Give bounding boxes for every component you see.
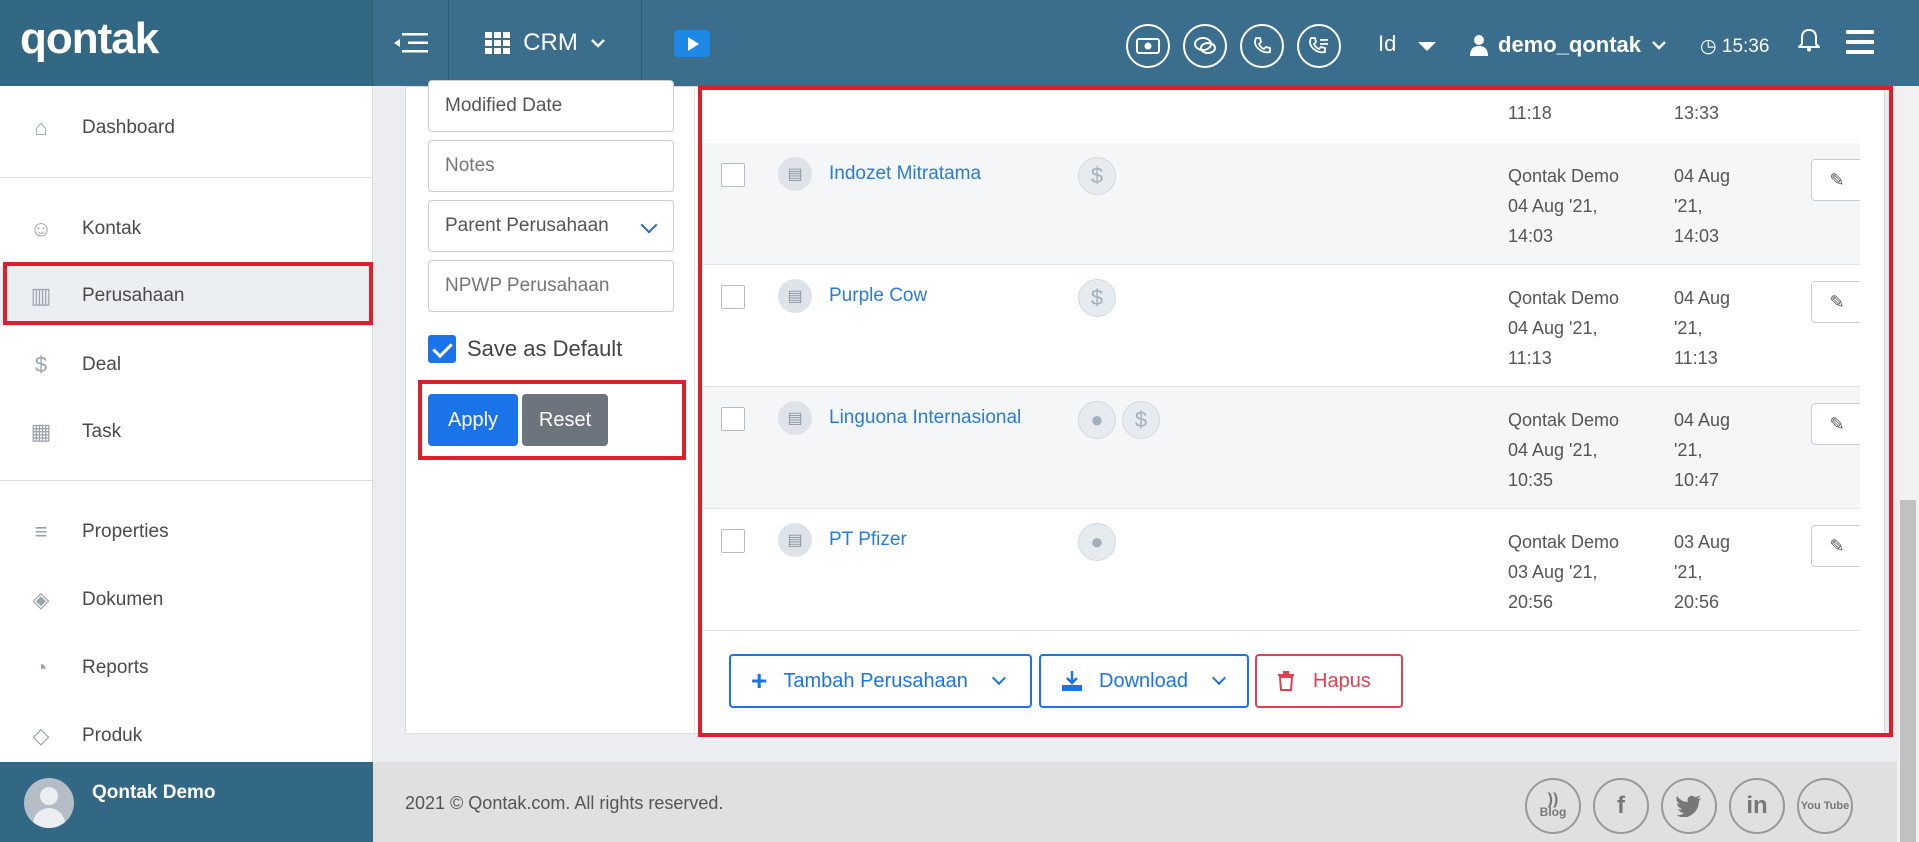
calendar-icon: ▦ [30, 419, 52, 444]
sidebar-toggle-button[interactable] [373, 0, 449, 86]
username-label: demo_qontak [1498, 32, 1642, 57]
qontak-logo[interactable]: qontak [20, 14, 159, 64]
sidebar-divider [0, 177, 373, 178]
highlight-box [418, 380, 686, 460]
modified-date-field[interactable]: Modified Date [428, 80, 674, 132]
caret-down-icon[interactable] [1418, 42, 1436, 51]
bell-icon[interactable] [1796, 28, 1822, 59]
sidebar-item-label: Task [82, 421, 122, 442]
npwp-field[interactable] [428, 260, 674, 312]
users-icon: ☺ [29, 216, 53, 241]
sidebar-item-deal[interactable]: $ Deal [0, 335, 373, 395]
sidebar-item-label: Dokumen [82, 589, 164, 610]
sidebar-divider [0, 480, 373, 481]
parent-company-select[interactable]: Parent Perusahaan [428, 200, 674, 252]
sidebar-item-label: Deal [82, 354, 122, 375]
main-menu-icon[interactable] [1846, 30, 1874, 60]
phone-icon[interactable] [1240, 24, 1284, 68]
collapse-menu-icon [393, 33, 428, 53]
tag-icon: ◇ [32, 723, 50, 748]
sidebar-user-name: Qontak Demo [92, 782, 216, 803]
billing-icon[interactable] [1126, 24, 1170, 68]
clock-icon: ◷ [1700, 36, 1717, 57]
sidebar-item-task[interactable]: ▦ Task [0, 402, 373, 462]
notes-field[interactable] [428, 140, 674, 192]
logo-area: qontak [0, 0, 373, 86]
sidebar-item-label: Kontak [82, 218, 142, 239]
language-selector[interactable]: Id [1378, 31, 1396, 57]
sidebar-item-label: Dashboard [82, 117, 175, 138]
chevron-down-icon [640, 216, 658, 234]
list-icon: ≡ [34, 519, 48, 544]
module-switcher[interactable]: CRM [450, 0, 642, 86]
user-menu[interactable]: demo_qontak [1470, 32, 1667, 58]
save-default-checkbox[interactable] [428, 335, 456, 363]
sidebar-item-label: Reports [82, 657, 149, 678]
layers-icon: ◈ [32, 587, 50, 612]
sidebar-user[interactable]: Qontak Demo [0, 762, 373, 842]
facebook-icon[interactable]: f [1593, 778, 1649, 834]
blog-label: Blog [1539, 805, 1567, 819]
blog-icon[interactable]: )) Blog [1525, 778, 1581, 834]
pie-chart-icon: ◔ [34, 655, 48, 680]
sidebar-item-reports[interactable]: ◔ Reports [0, 638, 373, 698]
sidebar-item-dashboard[interactable]: ⌂ Dashboard [0, 98, 373, 158]
scrollbar-thumb[interactable] [1900, 500, 1916, 842]
clock-time: 15:36 [1721, 36, 1770, 57]
avatar [24, 778, 74, 828]
copyright: 2021 © Qontak.com. All rights reserved. [405, 793, 724, 813]
youtube-icon[interactable]: You Tube [1797, 778, 1853, 834]
sidebar-item-label: Produk [82, 725, 143, 746]
module-label: CRM [523, 29, 578, 56]
save-default-label: Save as Default [467, 336, 623, 361]
sidebar-item-produk[interactable]: ◇ Produk [0, 706, 373, 766]
twitter-icon[interactable] [1661, 778, 1717, 834]
home-icon: ⌂ [34, 115, 48, 140]
user-icon [1470, 35, 1488, 56]
sidebar-item-dokumen[interactable]: ◈ Dokumen [0, 570, 373, 630]
parent-company-label: Parent Perusahaan [445, 215, 609, 236]
chevron-down-icon [1652, 41, 1666, 50]
highlight-box [698, 86, 1893, 737]
highlight-box [3, 262, 373, 325]
chevron-down-icon [590, 39, 605, 48]
linkedin-icon[interactable]: in [1729, 778, 1785, 834]
chat-icon[interactable] [1183, 24, 1227, 68]
clock: ◷ 15:36 [1700, 35, 1769, 58]
sidebar-item-label: Properties [82, 521, 169, 542]
call-log-icon[interactable] [1297, 24, 1341, 68]
sidebar-item-properties[interactable]: ≡ Properties [0, 502, 373, 562]
dollar-icon: $ [34, 352, 48, 377]
sidebar-item-kontak[interactable]: ☺ Kontak [0, 199, 373, 259]
grid-icon [485, 32, 511, 54]
youtube-label: You Tube [1800, 799, 1850, 812]
video-tutorial-button[interactable] [674, 30, 710, 57]
